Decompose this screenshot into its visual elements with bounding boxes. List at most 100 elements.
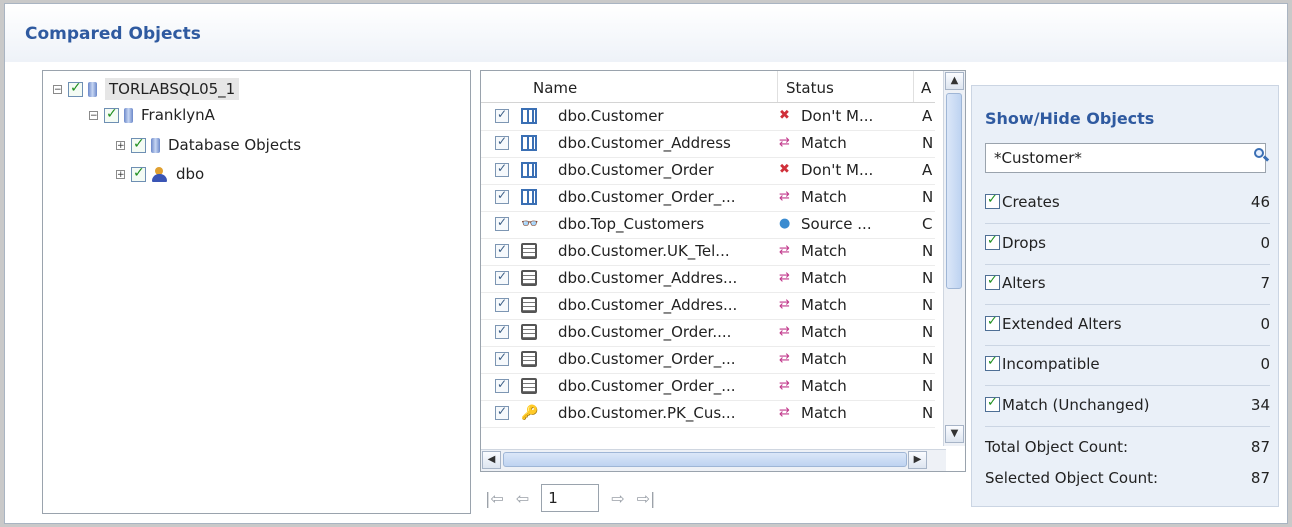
tree-node-label: Database Objects: [168, 136, 302, 154]
filter-count: 7: [1260, 274, 1270, 292]
table-row[interactable]: dbo.Customer_Addres... ⇄ Match N: [481, 292, 935, 320]
cell-status: Match: [801, 377, 847, 395]
filter-checkbox[interactable]: [985, 233, 1000, 250]
filter-checkbox[interactable]: [985, 273, 1000, 290]
filter-checkbox[interactable]: [985, 314, 1000, 331]
index-icon: [521, 243, 537, 259]
first-page-icon[interactable]: |⇦: [485, 489, 504, 508]
scroll-right-button[interactable]: ▶: [908, 451, 927, 469]
row-checkbox[interactable]: [495, 161, 509, 177]
key-icon: 🔑: [521, 405, 539, 421]
table-row[interactable]: dbo.Customer.UK_Tel... ⇄ Match N: [481, 238, 935, 266]
selected-value: 87: [1250, 469, 1270, 487]
cell-status: Match: [801, 242, 847, 260]
objects-grid[interactable]: Name Status A dbo.Customer ✖ Don't M... Adb…: [480, 70, 966, 472]
total-label: Total Object Count:: [985, 438, 1129, 456]
row-checkbox[interactable]: [495, 134, 509, 150]
table-row[interactable]: dbo.Customer_Order_... ⇄ Match N: [481, 184, 935, 212]
object-tree[interactable]: − TORLABSQL05_1 − FranklynA + Database O…: [42, 70, 471, 514]
vertical-scrollbar[interactable]: ▲ ▼: [943, 71, 965, 446]
tree-node-database[interactable]: − FranklynA: [89, 103, 215, 127]
tree-node-dbo[interactable]: + dbo: [116, 162, 204, 186]
filter-checkbox[interactable]: [985, 192, 1000, 209]
cell-action: C: [922, 215, 933, 233]
total-value: 87: [1250, 438, 1270, 456]
column-header-action[interactable]: A: [921, 79, 931, 97]
collapse-icon[interactable]: −: [53, 84, 62, 94]
table-row[interactable]: dbo.Customer_Order_... ⇄ Match N: [481, 373, 935, 401]
scroll-thumb[interactable]: [946, 93, 962, 289]
row-checkbox[interactable]: [495, 188, 509, 204]
tree-node-server[interactable]: − TORLABSQL05_1: [53, 77, 240, 101]
cell-action: N: [922, 404, 934, 422]
table-row[interactable]: dbo.Customer_Order ✖ Don't M... A: [481, 157, 935, 185]
panel-title: Show/Hide Objects: [985, 109, 1155, 128]
page-number-input[interactable]: [541, 484, 600, 512]
row-checkbox[interactable]: [495, 377, 509, 393]
table-row[interactable]: dbo.Customer_Addres... ⇄ Match N: [481, 265, 935, 293]
tree-node-label: dbo: [176, 165, 205, 183]
row-checkbox[interactable]: [495, 404, 509, 420]
row-checkbox[interactable]: [495, 107, 509, 123]
column-header-status[interactable]: Status: [786, 79, 834, 97]
cell-name: dbo.Customer_Order....: [558, 323, 732, 341]
search-input[interactable]: [985, 143, 1266, 173]
table-row[interactable]: dbo.Customer_Order_... ⇄ Match N: [481, 346, 935, 374]
row-checkbox[interactable]: [495, 296, 509, 312]
match-icon: ⇄: [779, 189, 790, 204]
table-row[interactable]: dbo.Customer ✖ Don't M... A: [481, 103, 935, 131]
filter-drops[interactable]: Drops 0: [985, 224, 1270, 265]
cell-name: dbo.Customer_Order_...: [558, 350, 736, 368]
scroll-left-button[interactable]: ◀: [482, 451, 501, 469]
cell-action: A: [922, 161, 933, 179]
scroll-thumb[interactable]: [503, 452, 907, 467]
filter-incompatible[interactable]: Incompatible 0: [985, 345, 1270, 386]
column-header-name[interactable]: Name: [533, 79, 577, 97]
filter-checkbox[interactable]: [985, 395, 1000, 412]
index-icon: [521, 351, 537, 367]
table-row[interactable]: 🔑 dbo.Customer.PK_Cus... ⇄ Match N: [481, 400, 935, 428]
filter-checkbox[interactable]: [985, 354, 1000, 371]
filter-creates[interactable]: Creates 46: [985, 183, 1270, 224]
filter-extended-alters[interactable]: Extended Alters 0: [985, 305, 1270, 346]
table-icon: [521, 162, 537, 178]
dont-match-icon: ✖: [779, 108, 790, 123]
row-checkbox[interactable]: [495, 350, 509, 366]
row-checkbox[interactable]: [495, 269, 509, 285]
tree-checkbox[interactable]: [68, 80, 83, 97]
previous-page-icon[interactable]: ⇦: [516, 489, 529, 508]
expand-icon[interactable]: +: [116, 169, 125, 179]
row-checkbox[interactable]: [495, 215, 509, 231]
tree-node-database-objects[interactable]: + Database Objects: [116, 133, 301, 157]
table-row[interactable]: dbo.Customer_Address ⇄ Match N: [481, 130, 935, 158]
table-row[interactable]: dbo.Customer_Order.... ⇄ Match N: [481, 319, 935, 347]
row-checkbox[interactable]: [495, 323, 509, 339]
next-page-icon[interactable]: ⇨: [611, 489, 624, 508]
cell-action: N: [922, 296, 934, 314]
tree-checkbox[interactable]: [104, 106, 119, 123]
cell-name: dbo.Customer_Addres...: [558, 296, 738, 314]
last-page-icon[interactable]: ⇨|: [637, 489, 656, 508]
index-icon: [521, 378, 537, 394]
scroll-up-button[interactable]: ▲: [945, 72, 964, 90]
table-row[interactable]: 👓 dbo.Top_Customers ● Source ... C: [481, 211, 935, 239]
grid-header: Name Status A: [481, 71, 935, 103]
cell-status: Match: [801, 296, 847, 314]
scroll-down-button[interactable]: ▼: [945, 425, 964, 443]
source-only-icon: ●: [779, 216, 791, 231]
filter-label: Alters: [1002, 274, 1046, 292]
filter-count: 0: [1260, 234, 1270, 252]
collapse-icon[interactable]: −: [89, 110, 98, 120]
selected-object-count: Selected Object Count: 87: [985, 469, 1270, 487]
match-icon: ⇄: [779, 297, 790, 312]
match-icon: ⇄: [779, 324, 790, 339]
expand-icon[interactable]: +: [116, 140, 125, 150]
cell-status: Match: [801, 323, 847, 341]
row-checkbox[interactable]: [495, 242, 509, 258]
tree-checkbox[interactable]: [131, 165, 146, 182]
filter-alters[interactable]: Alters 7: [985, 264, 1270, 305]
filter-match-unchanged[interactable]: Match (Unchanged) 34: [985, 386, 1270, 427]
horizontal-scrollbar[interactable]: ◀ ▶: [481, 449, 946, 471]
tree-checkbox[interactable]: [131, 136, 146, 153]
search-icon[interactable]: [1254, 148, 1270, 162]
